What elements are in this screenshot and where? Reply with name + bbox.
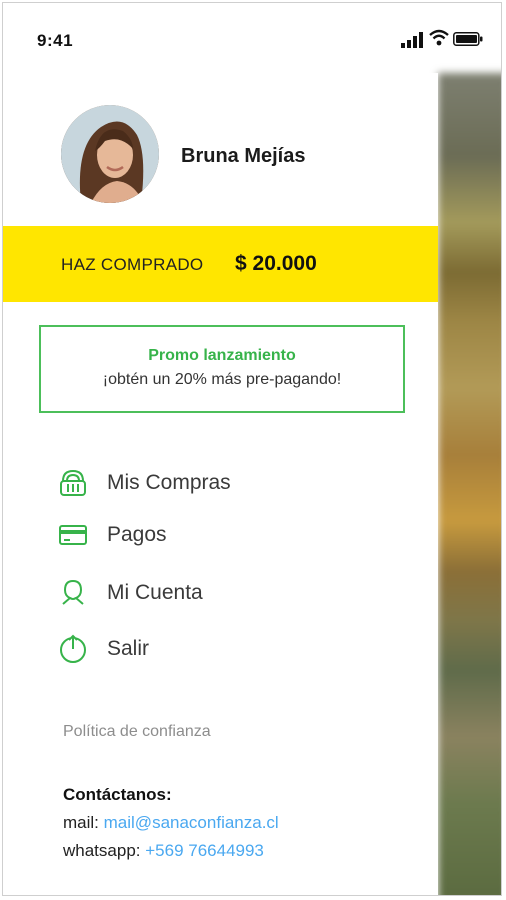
menu-item-mi-cuenta[interactable]: Mi Cuenta [57, 573, 357, 613]
purchased-amount: $ 20.000 [235, 252, 317, 275]
phone-screen: 9:41 Bruna Mejías HAZ COMPRADO $ 20.000 … [2, 2, 502, 896]
menu-item-pagos[interactable]: Pagos [57, 515, 357, 555]
promo-text: ¡obtén un 20% más pre-pagando! [102, 371, 342, 388]
status-time: 9:41 [37, 31, 74, 50]
credit-card-icon [59, 525, 87, 545]
contact-mail-row: mail: mail@sanaconfianza.cl [63, 813, 279, 833]
menu-item-mis-compras[interactable]: Mis Compras [57, 463, 357, 503]
signal-icon [401, 32, 423, 48]
menu-item-label: Salir [107, 637, 150, 660]
whatsapp-label: whatsapp: [63, 841, 141, 860]
purchased-label: HAZ COMPRADO [61, 255, 204, 274]
user-name: Bruna Mejías [181, 145, 306, 167]
contact-whatsapp-row: whatsapp: +569 76644993 [63, 841, 264, 861]
status-icons [395, 29, 485, 49]
avatar[interactable] [61, 105, 159, 203]
menu-item-label: Mis Compras [107, 471, 231, 494]
contact-title: Contáctanos: [63, 785, 172, 804]
promo-banner[interactable]: Promo lanzamiento ¡obtén un 20% más pre-… [39, 325, 405, 413]
mail-link[interactable]: mail@sanaconfianza.cl [104, 813, 279, 832]
user-icon [62, 580, 84, 605]
promo-title: Promo lanzamiento [148, 347, 296, 364]
blurred-background-image[interactable] [438, 73, 501, 895]
menu-item-label: Pagos [107, 523, 167, 546]
battery-icon [453, 32, 483, 46]
power-icon [60, 634, 86, 663]
purchased-summary-bar: HAZ COMPRADO $ 20.000 [3, 226, 438, 302]
mail-label: mail: [63, 813, 99, 832]
status-bar: 9:41 [3, 3, 501, 73]
whatsapp-link[interactable]: +569 76644993 [145, 841, 264, 860]
side-drawer: Bruna Mejías HAZ COMPRADO $ 20.000 Promo… [3, 73, 438, 895]
menu-item-salir[interactable]: Salir [57, 629, 357, 669]
profile-header: Bruna Mejías [3, 73, 438, 223]
menu-item-label: Mi Cuenta [107, 581, 203, 604]
policy-link[interactable]: Política de confianza [63, 723, 211, 741]
wifi-icon [429, 29, 449, 46]
basket-icon [60, 469, 86, 496]
avatar-portrait [61, 105, 159, 203]
